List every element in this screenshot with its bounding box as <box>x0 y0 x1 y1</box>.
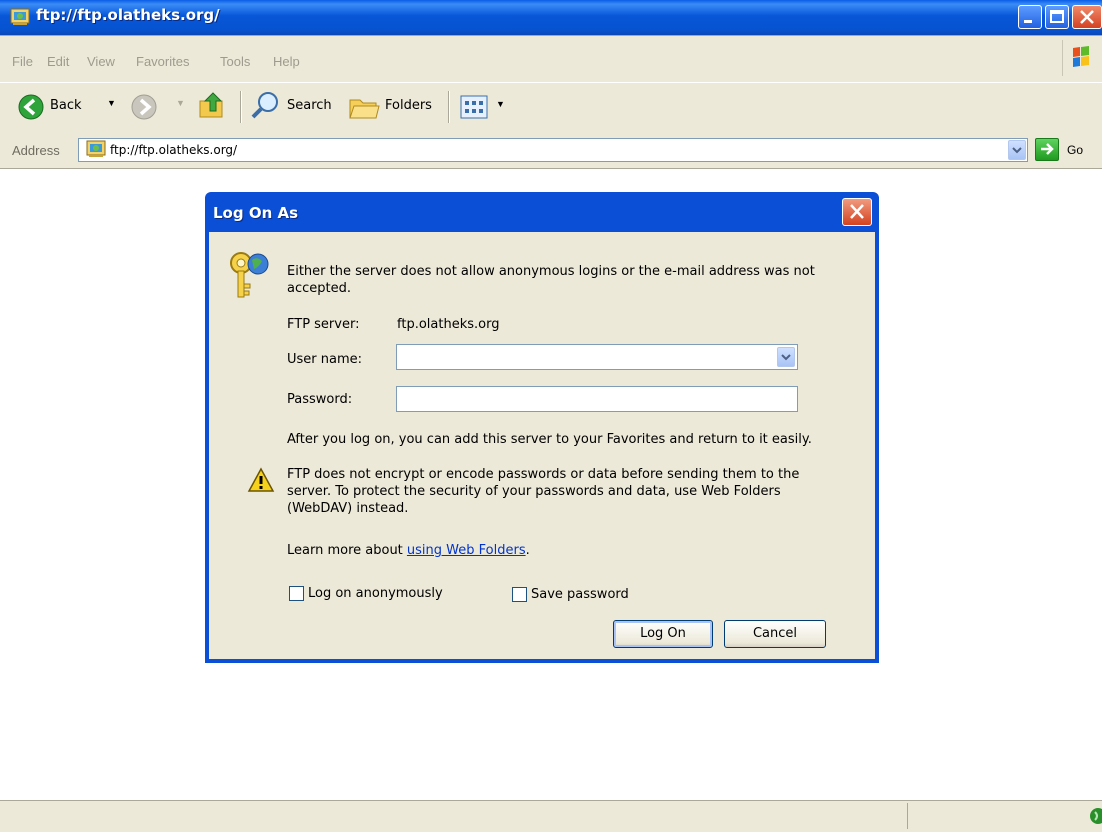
menu-edit[interactable]: Edit <box>47 54 69 69</box>
password-input[interactable] <box>396 386 798 412</box>
folders-button-label[interactable]: Folders <box>385 98 432 113</box>
menu-help[interactable]: Help <box>273 54 300 69</box>
web-folders-link[interactable]: using Web Folders <box>407 543 526 558</box>
ftp-server-value: ftp.olatheks.org <box>397 317 500 332</box>
learn-more-suffix: . <box>525 543 530 558</box>
forward-dropdown-arrow-icon[interactable]: ▼ <box>176 98 185 108</box>
back-dropdown-arrow-icon[interactable]: ▼ <box>107 98 116 108</box>
toolbar-separator <box>240 91 242 123</box>
status-bar <box>0 800 1102 832</box>
dialog-title: Log On As <box>213 204 299 222</box>
menu-file[interactable]: File <box>12 54 33 69</box>
forward-arrow-icon[interactable] <box>130 93 158 121</box>
back-button-label[interactable]: Back <box>50 98 82 113</box>
anonymous-checkbox[interactable] <box>289 586 304 601</box>
search-icon[interactable] <box>250 90 282 122</box>
menu-view[interactable]: View <box>87 54 115 69</box>
logon-button[interactable]: Log On <box>613 620 713 648</box>
views-icon[interactable] <box>460 95 488 119</box>
username-dropdown-button[interactable] <box>777 347 795 367</box>
status-divider <box>907 803 908 829</box>
chevron-down-icon <box>781 354 791 361</box>
anonymous-label[interactable]: Log on anonymously <box>308 585 443 602</box>
search-button-label[interactable]: Search <box>287 98 332 113</box>
up-folder-icon[interactable] <box>197 89 229 121</box>
address-label: Address <box>12 143 60 158</box>
address-dropdown-button[interactable] <box>1008 140 1026 160</box>
ftp-folder-icon <box>10 8 30 25</box>
menu-favorites[interactable]: Favorites <box>136 54 189 69</box>
close-icon <box>1080 10 1094 24</box>
warning-icon <box>247 467 275 492</box>
username-label: User name: <box>287 352 363 367</box>
go-button[interactable] <box>1035 138 1059 161</box>
chevron-down-icon <box>1012 147 1022 154</box>
username-combobox[interactable] <box>396 344 798 370</box>
minimize-button[interactable] <box>1018 5 1042 29</box>
learn-more-prefix: Learn more about <box>287 543 407 558</box>
ftp-server-label: FTP server: <box>287 317 360 332</box>
maximize-button[interactable] <box>1045 5 1069 29</box>
save-password-checkbox[interactable] <box>512 587 527 602</box>
dialog-close-button[interactable] <box>842 198 872 226</box>
internet-zone-icon <box>1090 808 1102 824</box>
go-label[interactable]: Go <box>1067 143 1083 157</box>
save-password-label[interactable]: Save password <box>531 586 629 603</box>
back-arrow-icon[interactable] <box>17 93 45 121</box>
favorites-note: After you log on, you can add this serve… <box>287 432 812 447</box>
dialog-message: Either the server does not allow anonymo… <box>287 264 815 296</box>
views-dropdown-arrow-icon[interactable]: ▼ <box>496 99 505 109</box>
key-globe-icon <box>230 252 269 298</box>
window-title: ftp://ftp.olatheks.org/ <box>36 6 220 24</box>
address-value: ftp://ftp.olatheks.org/ <box>110 143 238 157</box>
maximize-icon <box>1050 10 1064 23</box>
windows-logo-icon <box>1062 40 1089 76</box>
toolbar-separator <box>448 91 450 123</box>
close-window-button[interactable] <box>1072 5 1102 29</box>
menu-tools[interactable]: Tools <box>220 54 250 69</box>
toolbar <box>0 82 1102 135</box>
learn-more-text: Learn more about using Web Folders. <box>287 542 530 559</box>
close-icon <box>850 204 864 219</box>
ftp-folder-icon <box>86 140 106 157</box>
go-arrow-icon <box>1041 143 1054 155</box>
cancel-button[interactable]: Cancel <box>724 620 826 648</box>
folders-icon[interactable] <box>348 92 380 122</box>
security-warning: FTP does not encrypt or encode passwords… <box>287 467 800 516</box>
password-label: Password: <box>287 392 353 407</box>
minimize-icon <box>1024 20 1032 23</box>
